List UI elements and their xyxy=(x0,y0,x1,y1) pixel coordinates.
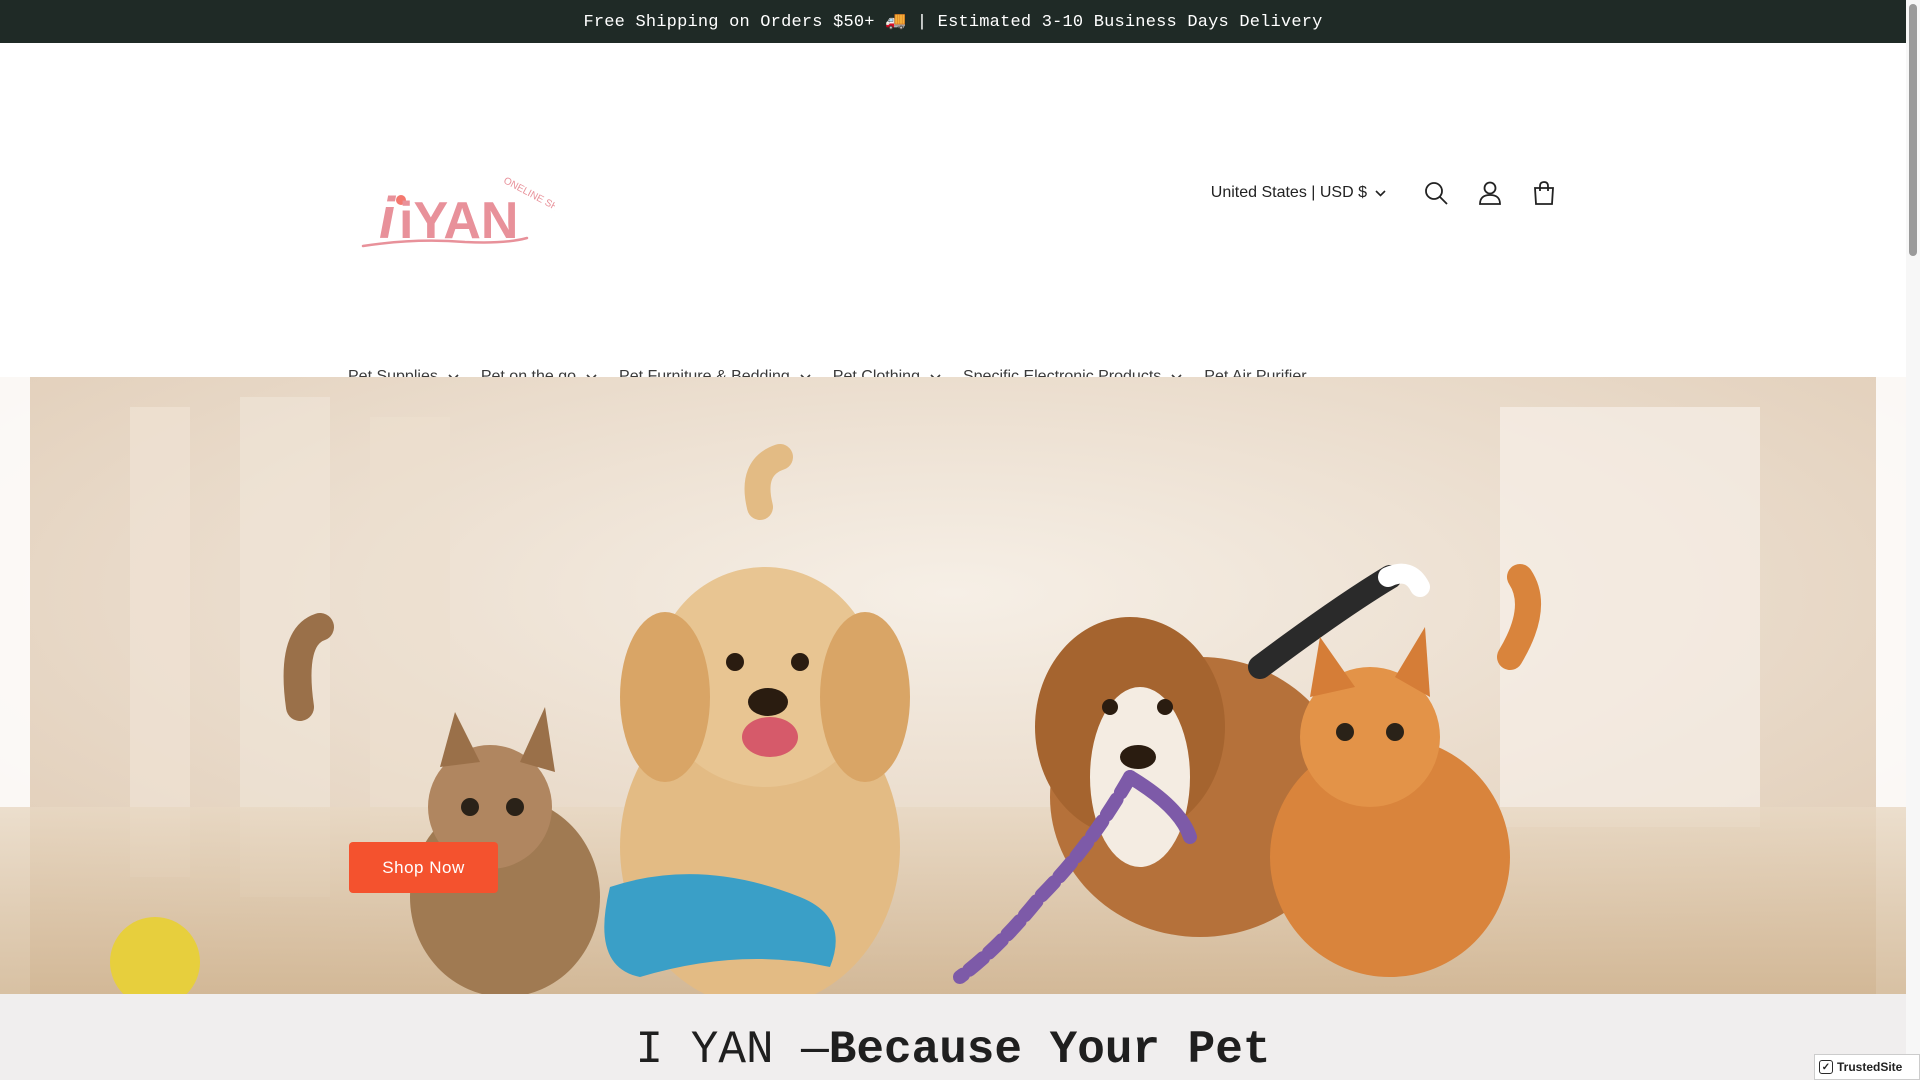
logo[interactable]: i iYAN ONELINE SHOP xyxy=(355,138,573,268)
logo-text: iYAN xyxy=(399,192,518,250)
header-actions: United States | USD $ xyxy=(1201,161,1566,225)
account-icon xyxy=(1479,181,1501,205)
intro-heading-light: I YAN — xyxy=(635,1024,829,1076)
hero-banner xyxy=(0,377,1906,994)
intro-section: I YAN —Because Your Pet xyxy=(0,994,1906,1080)
shop-now-button[interactable]: Shop Now xyxy=(349,842,498,893)
announcement-text: Free Shipping on Orders $50+ 🚚 | Estimat… xyxy=(583,13,1323,32)
site-header: i iYAN ONELINE SHOP United States | USD … xyxy=(0,43,1906,385)
scrollbar[interactable] xyxy=(1906,0,1920,1080)
svg-text:i: i xyxy=(379,186,397,251)
announcement-bar: Free Shipping on Orders $50+ 🚚 | Estimat… xyxy=(0,0,1906,43)
intro-heading: I YAN —Because Your Pet xyxy=(636,1024,1271,1080)
trustedsite-label: TrustedSite xyxy=(1837,1060,1903,1074)
trustedsite-badge[interactable]: ✓ TrustedSite xyxy=(1814,1054,1920,1080)
check-icon: ✓ xyxy=(1819,1060,1833,1074)
search-button[interactable] xyxy=(1414,171,1458,215)
chevron-down-icon xyxy=(1375,189,1386,197)
search-icon xyxy=(1425,182,1448,205)
intro-heading-bold: Because Your Pet xyxy=(828,1024,1271,1076)
hero-image xyxy=(0,377,1906,994)
scrollbar-thumb[interactable] xyxy=(1909,4,1917,256)
logo-image: i iYAN ONELINE SHOP xyxy=(361,175,573,251)
country-currency-selector[interactable]: United States | USD $ xyxy=(1201,178,1396,208)
country-currency-label: United States | USD $ xyxy=(1210,184,1367,201)
cart-button[interactable] xyxy=(1522,171,1566,215)
cart-icon xyxy=(1534,181,1554,205)
account-button[interactable] xyxy=(1468,171,1512,215)
